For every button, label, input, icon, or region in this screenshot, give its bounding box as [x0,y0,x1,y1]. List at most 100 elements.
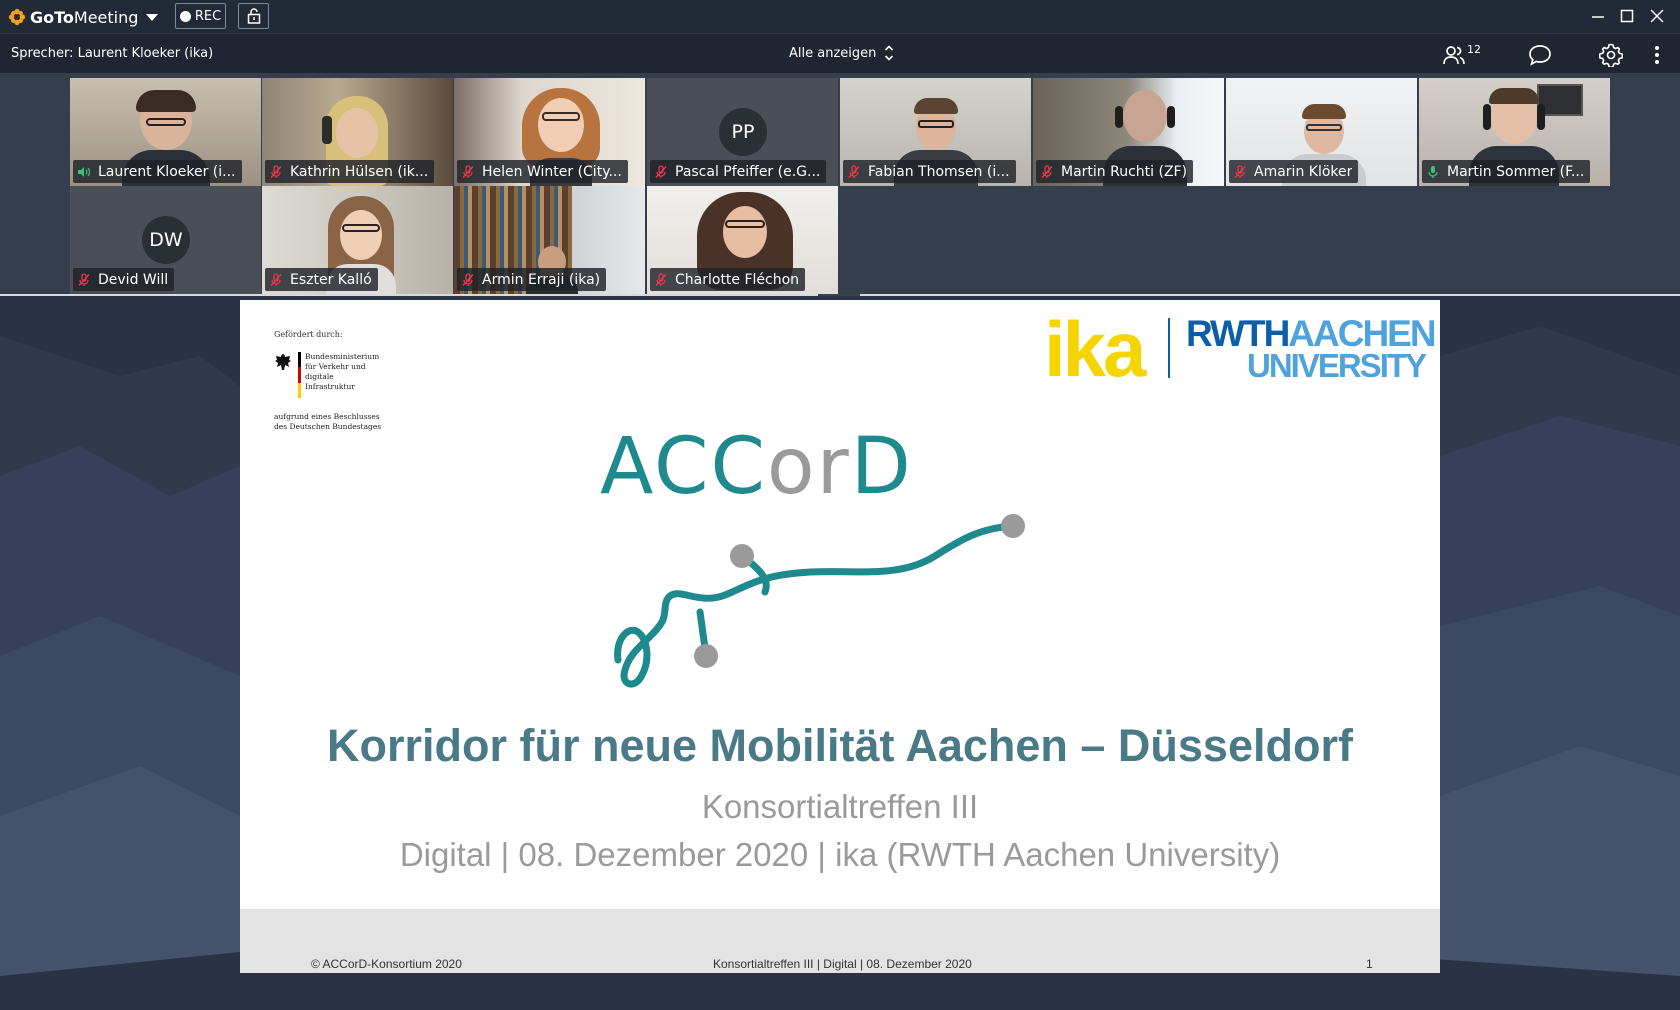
participant-name-bar: Armin Erraji (ika) [457,268,607,291]
participant-tile[interactable]: Martin Sommer (F... [1419,78,1610,186]
active-speaker-label: Sprecher: Laurent Kloeker (ika) [11,46,214,61]
participant-tile[interactable]: PP Pascal Pfeiffer (e.G... [647,78,838,186]
chat-icon [1529,45,1551,66]
close-icon [1650,9,1664,23]
more-options-button[interactable] [1654,42,1660,68]
app-name: GoToMeeting [30,7,139,27]
participant-name: Laurent Kloeker (i... [98,163,236,180]
mic-muted-icon [270,272,282,286]
funding-label: Gefördert durch: [274,330,343,339]
participant-name-bar: Martin Ruchti (ZF) [1036,160,1194,183]
mic-speaking-icon [78,166,91,177]
participant-tile[interactable]: Eszter Kalló [262,186,453,294]
view-mode-label: Alle anzeigen [789,45,877,61]
mic-muted-icon [462,272,474,286]
ministry-logo: Bundesministerium für Verkehr und digita… [274,352,385,398]
lock-icon [247,8,260,24]
mic-muted-icon [655,164,667,178]
participant-name: Pascal Pfeiffer (e.G... [675,163,821,180]
participant-tile[interactable]: Kathrin Hülsen (ik... [262,78,453,186]
people-icon [1443,46,1465,65]
slide-number: 1 [1366,957,1373,971]
rwth-logo-bottom: UNIVERSITY [1247,347,1427,384]
mic-muted-icon [78,272,90,286]
participant-grid: Laurent Kloeker (i... Kathrin Hülsen (ik… [0,73,1680,296]
participant-tile[interactable]: DW Devid Will [70,186,261,294]
mic-on-icon [1428,165,1438,178]
participant-name-bar: Helen Winter (City... [457,160,628,183]
participant-name-bar: Kathrin Hülsen (ik... [265,160,435,183]
participant-name: Charlotte Fléchon [675,271,800,288]
slide-title: Korridor für neue Mobilität Aachen – Düs… [327,720,1353,771]
minimize-button[interactable] [1587,5,1609,27]
participant-tile[interactable]: Charlotte Fléchon [647,186,838,294]
mic-muted-icon [1234,164,1246,178]
chevron-down-icon [146,13,159,21]
chat-button[interactable] [1528,42,1552,68]
presentation-slide: Gefördert durch: Bundesministerium für V… [240,300,1440,973]
participant-tile[interactable]: Martin Ruchti (ZF) [1033,78,1224,186]
participant-tile[interactable]: Helen Winter (City... [454,78,645,186]
meeting-info-bar: Sprecher: Laurent Kloeker (ika) Alle anz… [0,33,1680,73]
more-vertical-icon [1655,46,1659,64]
participant-name-bar: Charlotte Fléchon [650,268,806,291]
logo-separator [1168,318,1170,378]
participant-name: Kathrin Hülsen (ik... [290,163,429,180]
flag-stripe [298,352,301,398]
record-dot-icon [179,10,191,22]
gear-icon [1599,43,1623,67]
participant-name-bar: Devid Will [73,268,175,291]
attendees-button[interactable]: 12 [1442,42,1481,68]
participant-name-bar: Amarin Klöker [1229,160,1359,183]
participant-name-bar: Pascal Pfeiffer (e.G... [650,160,827,183]
footer-center: Konsortialtreffen III | Digital | 08. De… [713,957,972,971]
mic-muted-icon [655,272,667,286]
participant-name-bar: Martin Sommer (F... [1422,160,1591,183]
ika-logo: ika [1044,305,1146,393]
ministry-name: Bundesministerium für Verkehr und digita… [305,352,380,391]
participant-name: Martin Ruchti (ZF) [1061,163,1188,180]
maximize-button[interactable] [1616,5,1638,27]
slide-date-line: Digital | 08. Dezember 2020 | ika (RWTH … [399,836,1281,873]
close-window-button[interactable] [1646,5,1668,27]
slide-subtitle: Konsortialtreffen III [701,788,979,825]
avatar: DW [142,216,190,264]
goto-flower-icon [8,8,26,26]
settings-button[interactable] [1599,42,1623,68]
participant-name-bar: Laurent Kloeker (i... [73,160,242,183]
participant-name: Devid Will [98,271,169,288]
participant-tile[interactable]: Armin Erraji (ika) [454,186,645,294]
slide-footer: © ACCorD-Konsortium 2020 Konsortialtreff… [240,909,1440,973]
lock-meeting-button[interactable] [238,3,269,29]
view-mode-select[interactable]: Alle anzeigen [789,44,894,62]
participant-name: Eszter Kalló [290,271,372,288]
participant-name: Martin Sommer (F... [1447,163,1585,180]
participant-tile[interactable]: Fabian Thomsen (i... [840,78,1031,186]
mic-muted-icon [848,164,860,178]
participant-name: Armin Erraji (ika) [482,271,601,288]
mic-muted-icon [462,164,474,178]
participant-tile[interactable]: Amarin Klöker [1226,78,1417,186]
participant-name-bar: Eszter Kalló [265,268,378,291]
record-label: REC [194,8,222,24]
participant-name: Fabian Thomsen (i... [868,163,1010,180]
participant-name: Amarin Klöker [1254,163,1353,180]
minimize-icon [1592,16,1604,18]
record-button[interactable]: REC [175,3,226,29]
participant-name: Helen Winter (City... [482,163,622,180]
accord-logo-text: ACCorD [600,422,913,512]
app-menu-button[interactable]: GoToMeeting [8,6,159,28]
footer-copyright: © ACCorD-Konsortium 2020 [311,957,462,971]
mic-muted-icon [1041,164,1053,178]
participant-tile[interactable]: Laurent Kloeker (i... [70,78,261,186]
federal-eagle-icon [275,354,291,370]
mic-muted-icon [270,164,282,178]
attendee-count: 12 [1467,42,1481,56]
accord-logo-curve [614,514,1025,688]
ministry-subtext: aufgrund eines Beschlusses des Deutschen… [274,412,382,431]
participant-name-bar: Fabian Thomsen (i... [843,160,1016,183]
avatar: PP [719,108,767,156]
maximize-icon [1620,9,1634,23]
sort-arrows-icon [885,45,894,61]
title-bar: GoToMeeting REC [0,0,1680,33]
